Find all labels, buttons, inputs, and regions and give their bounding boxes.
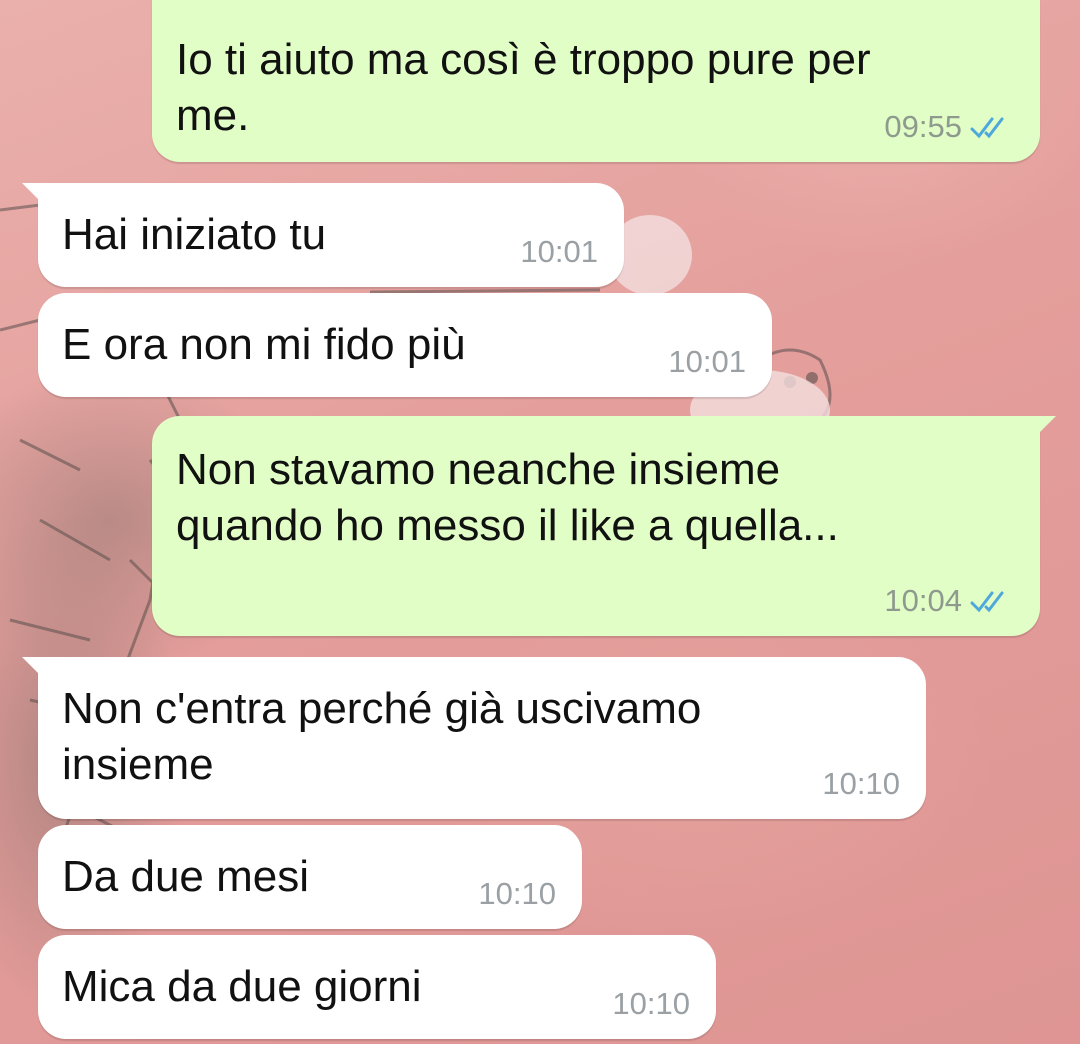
- message-time: 10:10: [612, 986, 690, 1021]
- message-time: 09:55: [884, 109, 962, 144]
- message-time: 10:01: [668, 344, 746, 379]
- message-bubble-incoming[interactable]: Non c'entra perché già uscivamo insieme …: [22, 657, 926, 819]
- message-time: 10:10: [822, 766, 900, 801]
- message-bubble-outgoing[interactable]: Io ti aiuto ma così è troppo pure per me…: [152, 0, 1040, 162]
- message-text: Non c'entra perché già uscivamo insieme: [62, 684, 714, 789]
- message-text: Non stavamo neanche insieme quando ho me…: [176, 445, 839, 550]
- message-bubble-incoming[interactable]: Da due mesi 10:10: [38, 825, 582, 929]
- message-time: 10:01: [520, 234, 598, 269]
- message-meta: 10:10: [612, 987, 690, 1021]
- message-meta: 10:10: [478, 877, 556, 911]
- bubble-tail: [22, 657, 48, 683]
- double-check-read-icon: [970, 117, 1004, 139]
- message-time: 10:10: [478, 876, 556, 911]
- message-bubble-incoming[interactable]: Mica da due giorni 10:10: [38, 935, 716, 1039]
- message-text: Io ti aiuto ma così è troppo pure per me…: [176, 35, 883, 140]
- message-bubble-incoming[interactable]: E ora non mi fido più 10:01: [38, 293, 772, 397]
- message-bubble-incoming[interactable]: Hai iniziato tu 10:01: [22, 183, 624, 287]
- double-check-read-icon: [970, 591, 1004, 613]
- message-text: E ora non mi fido più: [62, 320, 466, 369]
- message-text: Hai iniziato tu: [62, 210, 327, 259]
- message-bubble-outgoing[interactable]: Non stavamo neanche insieme quando ho me…: [152, 416, 1056, 636]
- message-meta: 10:01: [520, 235, 598, 269]
- message-text: Mica da due giorni: [62, 962, 422, 1011]
- bubble-tail: [22, 183, 48, 209]
- bubble-tail: [1030, 416, 1056, 442]
- message-meta: 10:10: [822, 767, 900, 801]
- chat-thread[interactable]: Io ti aiuto ma così è troppo pure per me…: [0, 0, 1080, 1044]
- message-meta: 10:04: [884, 584, 1014, 618]
- message-time: 10:04: [884, 583, 962, 618]
- message-meta: 09:55: [884, 110, 1014, 144]
- message-meta: 10:01: [668, 345, 746, 379]
